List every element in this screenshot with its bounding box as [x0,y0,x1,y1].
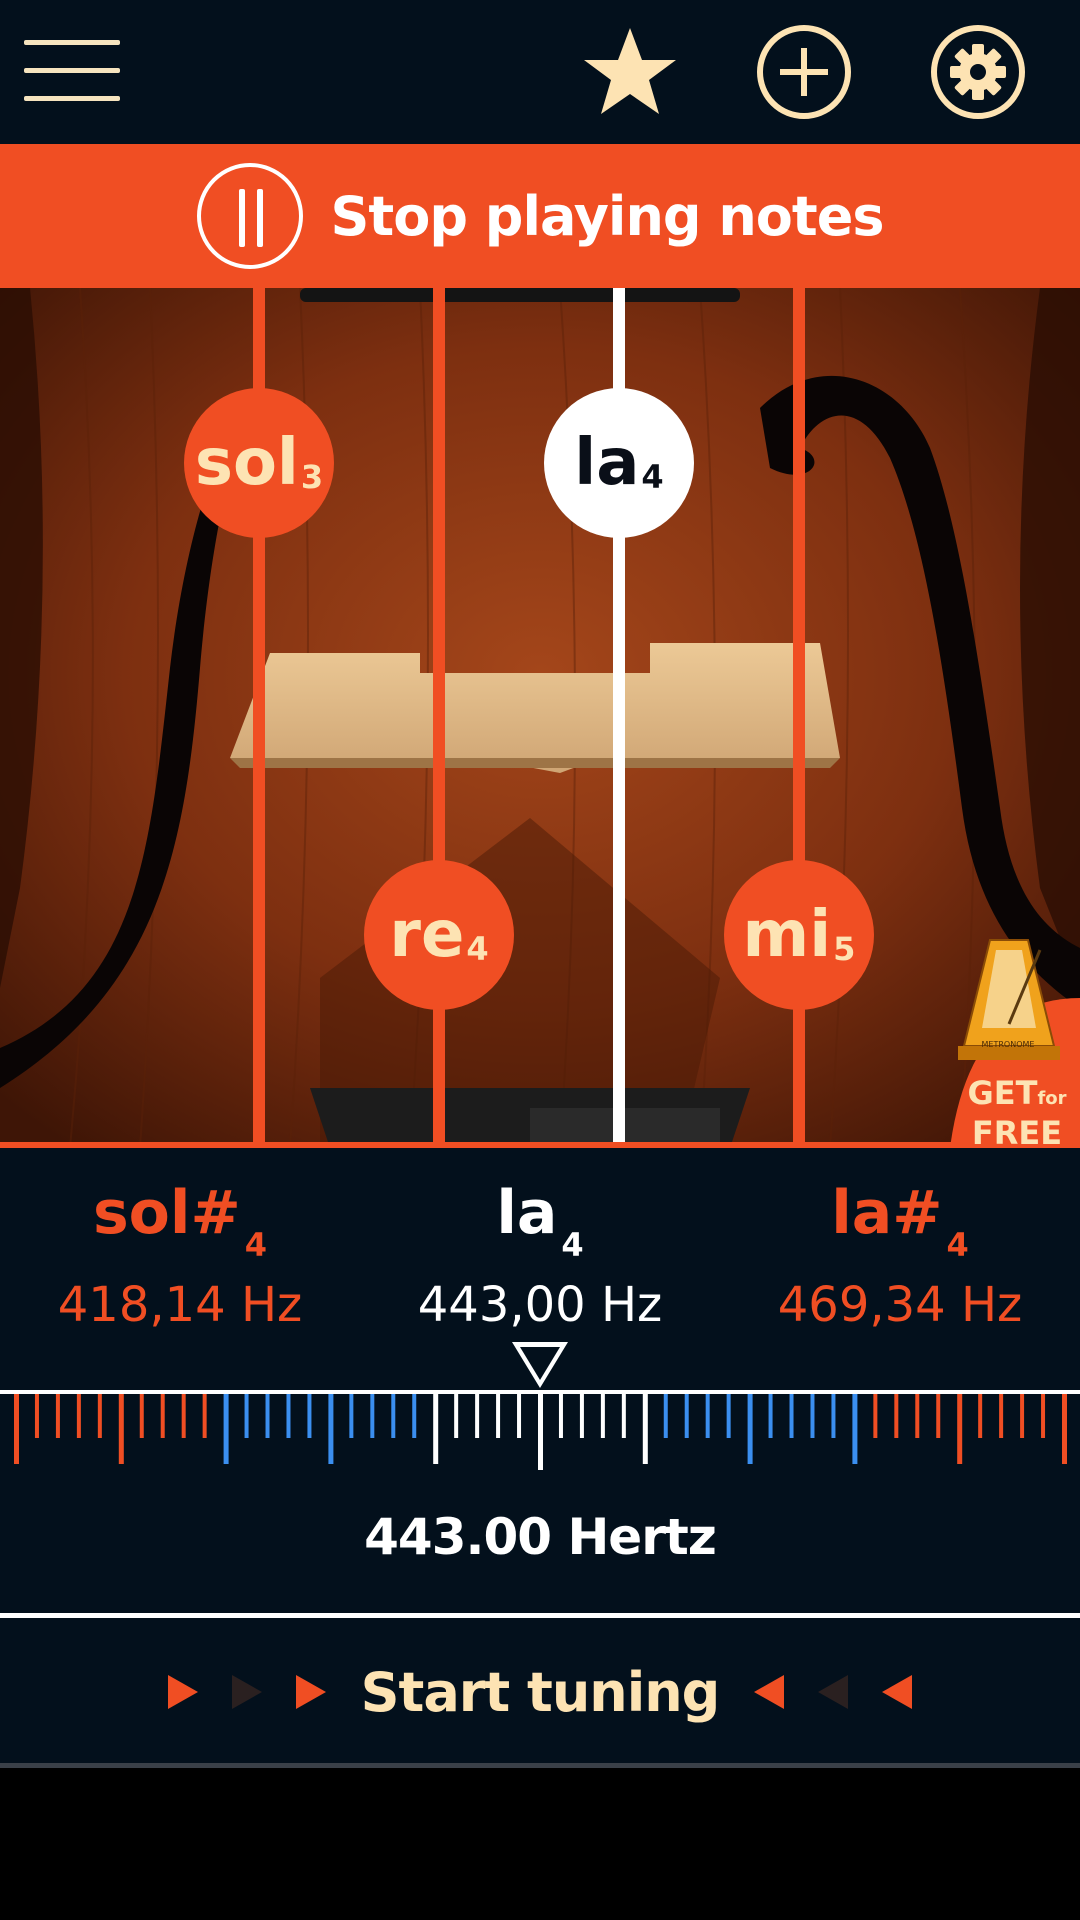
scale-tick [391,1394,396,1438]
scale-tick [34,1394,39,1438]
string-note-mi5[interactable]: mi 5 [724,860,874,1010]
scale-tick [747,1394,753,1464]
scale-tick [412,1394,417,1438]
metronome-label: METRONOME [981,1040,1035,1049]
scale-tick [936,1394,941,1438]
scale-tick [223,1394,229,1464]
string-note-la4[interactable]: la 4 [544,388,694,538]
play-arrow-icon [231,1675,262,1709]
scale-tick [1041,1394,1046,1438]
previous-note: sol# 4 418,14 Hz [0,1178,360,1340]
reverse-arrow-icon [754,1675,785,1709]
reverse-arrow-icon [818,1675,849,1709]
scale-tick [475,1394,480,1438]
scale-tick [915,1394,920,1438]
stop-playing-label: Stop playing notes [330,184,885,248]
scale-tick [76,1394,81,1438]
plus-circle-icon[interactable] [754,22,854,122]
scale-tick [118,1394,124,1464]
top-toolbar [0,0,1080,144]
star-icon[interactable] [580,22,680,122]
scale-tick [181,1394,186,1438]
next-note-name: la# [831,1178,943,1248]
scale-tick [600,1394,605,1438]
get-for-free-label: GETfor FREE [967,1074,1067,1148]
scale-tick [538,1394,543,1470]
scale-tick [55,1394,60,1438]
scale-tick [642,1394,648,1464]
tuning-scale [0,1342,1080,1470]
scale-tick [810,1394,815,1438]
scale-tick [684,1394,689,1438]
scale-tick [97,1394,102,1438]
scale-tick [160,1394,165,1438]
scale-tick [579,1394,584,1438]
string-note-re4[interactable]: re 4 [364,860,514,1010]
scale-tick [831,1394,836,1438]
previous-note-name: sol# [92,1178,241,1248]
scale-tick [558,1394,563,1438]
string-note-sol3[interactable]: sol 3 [184,388,334,538]
scale-tick [14,1394,19,1464]
scale-tick [244,1394,249,1438]
start-tuning-button[interactable]: Start tuning [0,1618,1080,1766]
scale-tick [726,1394,731,1438]
scale-tick [999,1394,1004,1438]
scale-tick [517,1394,522,1438]
scale-tick [496,1394,501,1438]
current-note-name: la [496,1178,558,1248]
scale-tick [768,1394,773,1438]
hertz-readout: 443.00 Hertz [364,1508,717,1566]
bottom-divider [0,1763,1080,1768]
violin-strings-panel: sol 3 la 4 re 4 mi 5 METRONOME GETfor FREE [0,288,1080,1148]
scale-tick [705,1394,710,1438]
scale-tick [663,1394,668,1438]
play-arrow-icon [295,1675,326,1709]
scale-tick [978,1394,983,1438]
scale-tick [957,1394,963,1464]
scale-tick [454,1394,459,1438]
gear-icon[interactable] [928,22,1028,122]
stop-playing-button[interactable]: Stop playing notes [0,144,1080,288]
scale-tick [1020,1394,1025,1438]
hamburger-menu-icon[interactable] [24,38,120,102]
pause-icon [196,163,303,269]
current-note: la 4 443,00 Hz [360,1178,720,1340]
scale-tick [139,1394,144,1438]
scale-tick [328,1394,334,1464]
metronome-promo[interactable]: METRONOME GETfor FREE [930,928,1080,1148]
scale-tick [1062,1394,1067,1464]
scale-tick [349,1394,354,1438]
scale-tick [852,1394,858,1464]
scale-tick [433,1394,439,1464]
play-arrow-icon [167,1675,198,1709]
scale-tick [370,1394,375,1438]
scale-tick [873,1394,878,1438]
scale-tick [307,1394,312,1438]
scale-tick [789,1394,794,1438]
reverse-arrow-icon [882,1675,913,1709]
next-note: la# 4 469,34 Hz [720,1178,1080,1340]
scale-tick [894,1394,899,1438]
scale-tick [621,1394,626,1438]
scale-tick [286,1394,291,1438]
scale-tick [202,1394,207,1438]
scale-tick [265,1394,270,1438]
violin-body-illustration [0,288,1080,1148]
start-tuning-label: Start tuning [360,1660,721,1724]
